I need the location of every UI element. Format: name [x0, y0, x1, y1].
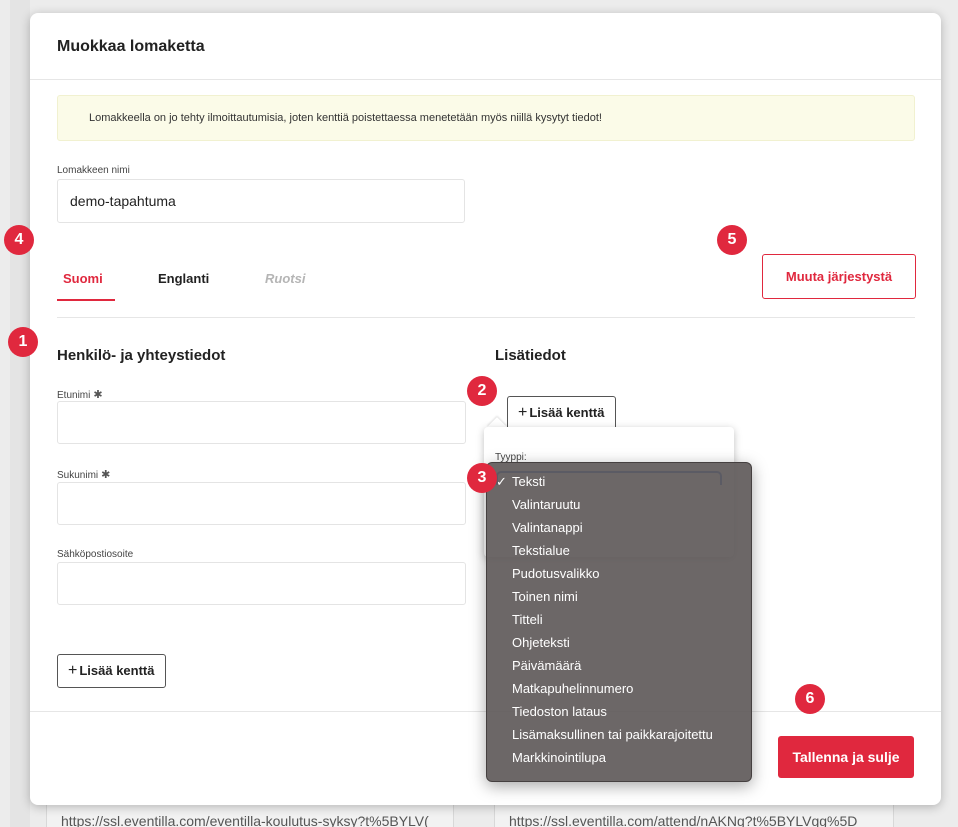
dropdown-option-pudotusvalikko[interactable]: Pudotusvalikko	[487, 562, 751, 585]
left-section-title: Henkilö- ja yhteystiedot	[57, 347, 226, 364]
dropdown-option-matkapuhelinnumero[interactable]: Matkapuhelinnumero	[487, 677, 751, 700]
dropdown-option-ohjeteksti[interactable]: Ohjeteksti	[487, 631, 751, 654]
callout-marker-1: 1	[8, 327, 38, 357]
plus-icon: +	[518, 404, 528, 421]
etunimi-input[interactable]	[57, 401, 466, 444]
dropdown-option-valintaruutu[interactable]: Valintaruutu	[487, 493, 751, 516]
form-name-input[interactable]: demo-tapahtuma	[57, 179, 465, 223]
checkmark-icon: ✓	[496, 474, 507, 489]
dropdown-option-toinen-nimi[interactable]: Toinen nimi	[487, 585, 751, 608]
right-section-title: Lisätiedot	[495, 347, 566, 364]
active-tab-indicator	[57, 299, 115, 301]
required-icon: ✱	[101, 469, 111, 481]
sukunimi-input[interactable]	[57, 482, 466, 525]
tab-ruotsi[interactable]: Ruotsi	[265, 271, 305, 286]
callout-marker-3: 3	[467, 463, 497, 493]
dropdown-option-titteli[interactable]: Titteli	[487, 608, 751, 631]
background-url-left: https://ssl.eventilla.com/eventilla-koul…	[46, 802, 454, 827]
callout-marker-6: 6	[795, 684, 825, 714]
tab-suomi[interactable]: Suomi	[63, 271, 103, 286]
callout-marker-4: 4	[4, 225, 34, 255]
field-label-email: Sähköpostiosoite	[57, 549, 134, 560]
dropdown-option-lisamaksullinen[interactable]: Lisämaksullinen tai paikkarajoitettu	[487, 723, 751, 746]
add-field-button-left[interactable]: + Lisää kenttä	[57, 654, 166, 688]
warning-message: Lomakkeella on jo tehty ilmoittautumisia…	[57, 95, 915, 141]
dropdown-option-paivamaara[interactable]: Päivämäärä	[487, 654, 751, 677]
form-name-label: Lomakkeen nimi	[57, 165, 130, 176]
email-input[interactable]	[57, 562, 466, 605]
required-icon: ✱	[93, 389, 103, 401]
field-label-sukunimi: Sukunimi ✱	[57, 469, 111, 481]
dropdown-option-markkinointilupa[interactable]: Markkinointilupa	[487, 746, 751, 769]
dropdown-option-tekstialue[interactable]: Tekstialue	[487, 539, 751, 562]
background-page	[10, 0, 30, 827]
add-field-button-right[interactable]: + Lisää kenttä	[507, 396, 616, 430]
dropdown-option-tiedoston-lataus[interactable]: Tiedoston lataus	[487, 700, 751, 723]
callout-marker-2: 2	[467, 376, 497, 406]
callout-marker-5: 5	[717, 225, 747, 255]
plus-icon: +	[68, 662, 78, 679]
field-label-etunimi: Etunimi ✱	[57, 389, 103, 401]
field-type-dropdown: ✓ Teksti Valintaruutu Valintanappi Teksti…	[486, 462, 752, 782]
tab-englanti[interactable]: Englanti	[158, 271, 209, 286]
tabs-divider	[57, 317, 915, 318]
dropdown-option-teksti[interactable]: ✓ Teksti	[487, 470, 751, 493]
header-divider	[30, 79, 941, 80]
reorder-button[interactable]: Muuta järjestystä	[762, 254, 916, 299]
background-url-right: https://ssl.eventilla.com/attend/nAKNg?t…	[494, 802, 894, 827]
dropdown-option-valintanappi[interactable]: Valintanappi	[487, 516, 751, 539]
modal-title: Muokkaa lomaketta	[57, 38, 205, 55]
save-and-close-button[interactable]: Tallenna ja sulje	[778, 736, 914, 778]
